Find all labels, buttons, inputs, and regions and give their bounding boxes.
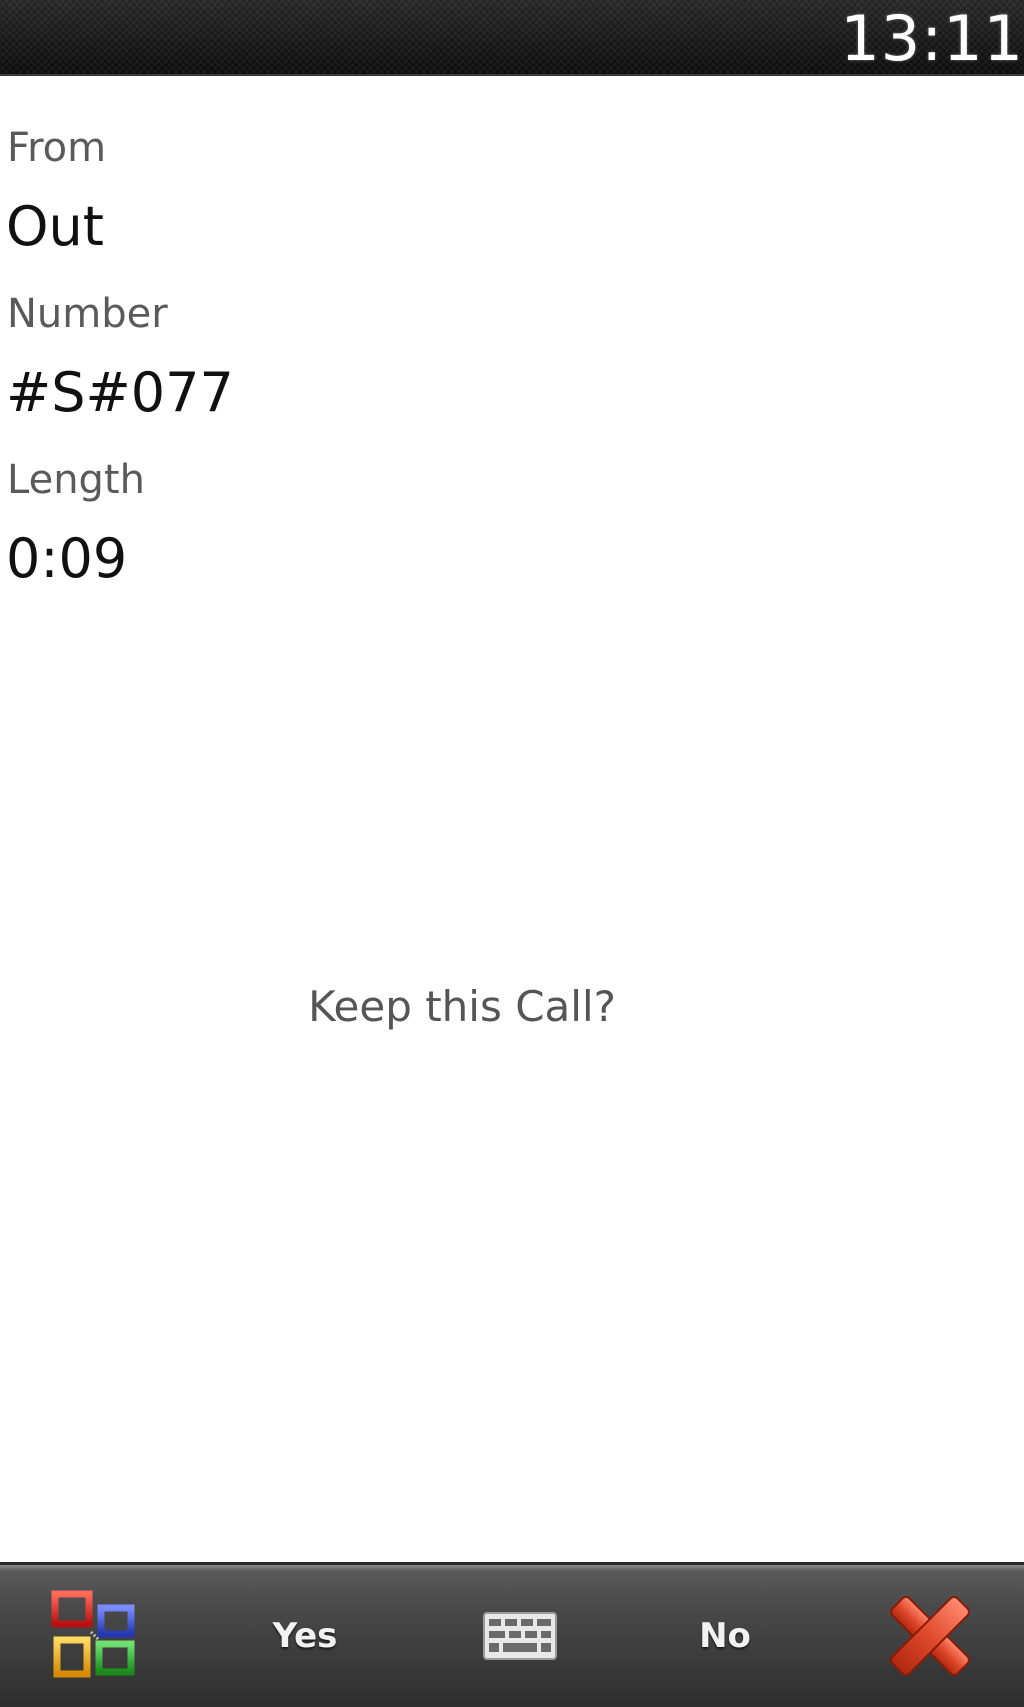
no-button[interactable]: No — [650, 1565, 800, 1707]
no-label: No — [699, 1616, 751, 1656]
status-clock[interactable]: 13:11 — [840, 8, 1024, 70]
keep-call-prompt: Keep this Call? — [308, 982, 616, 1031]
length-value: 0:09 — [6, 527, 128, 590]
length-label: Length — [7, 457, 145, 503]
keyboard-button[interactable] — [465, 1565, 575, 1707]
close-button[interactable] — [870, 1565, 990, 1707]
from-label: From — [7, 125, 107, 171]
start-button[interactable] — [40, 1565, 150, 1707]
keyboard-icon — [483, 1612, 557, 1660]
from-value: Out — [6, 195, 104, 258]
call-log-screen: 13:11 From Out Number #S#077 Length 0:09… — [0, 0, 1024, 1707]
status-bar: 13:11 — [0, 0, 1024, 76]
number-label: Number — [7, 291, 168, 337]
close-x-icon — [890, 1596, 970, 1676]
yes-button[interactable]: Yes — [230, 1565, 380, 1707]
call-details-panel: From Out Number #S#077 Length 0:09 Keep … — [0, 76, 1024, 1562]
number-value: #S#077 — [6, 361, 234, 424]
yes-label: Yes — [272, 1616, 338, 1656]
windows-start-icon — [51, 1590, 135, 1678]
softkey-bar: Yes No — [0, 1562, 1024, 1707]
